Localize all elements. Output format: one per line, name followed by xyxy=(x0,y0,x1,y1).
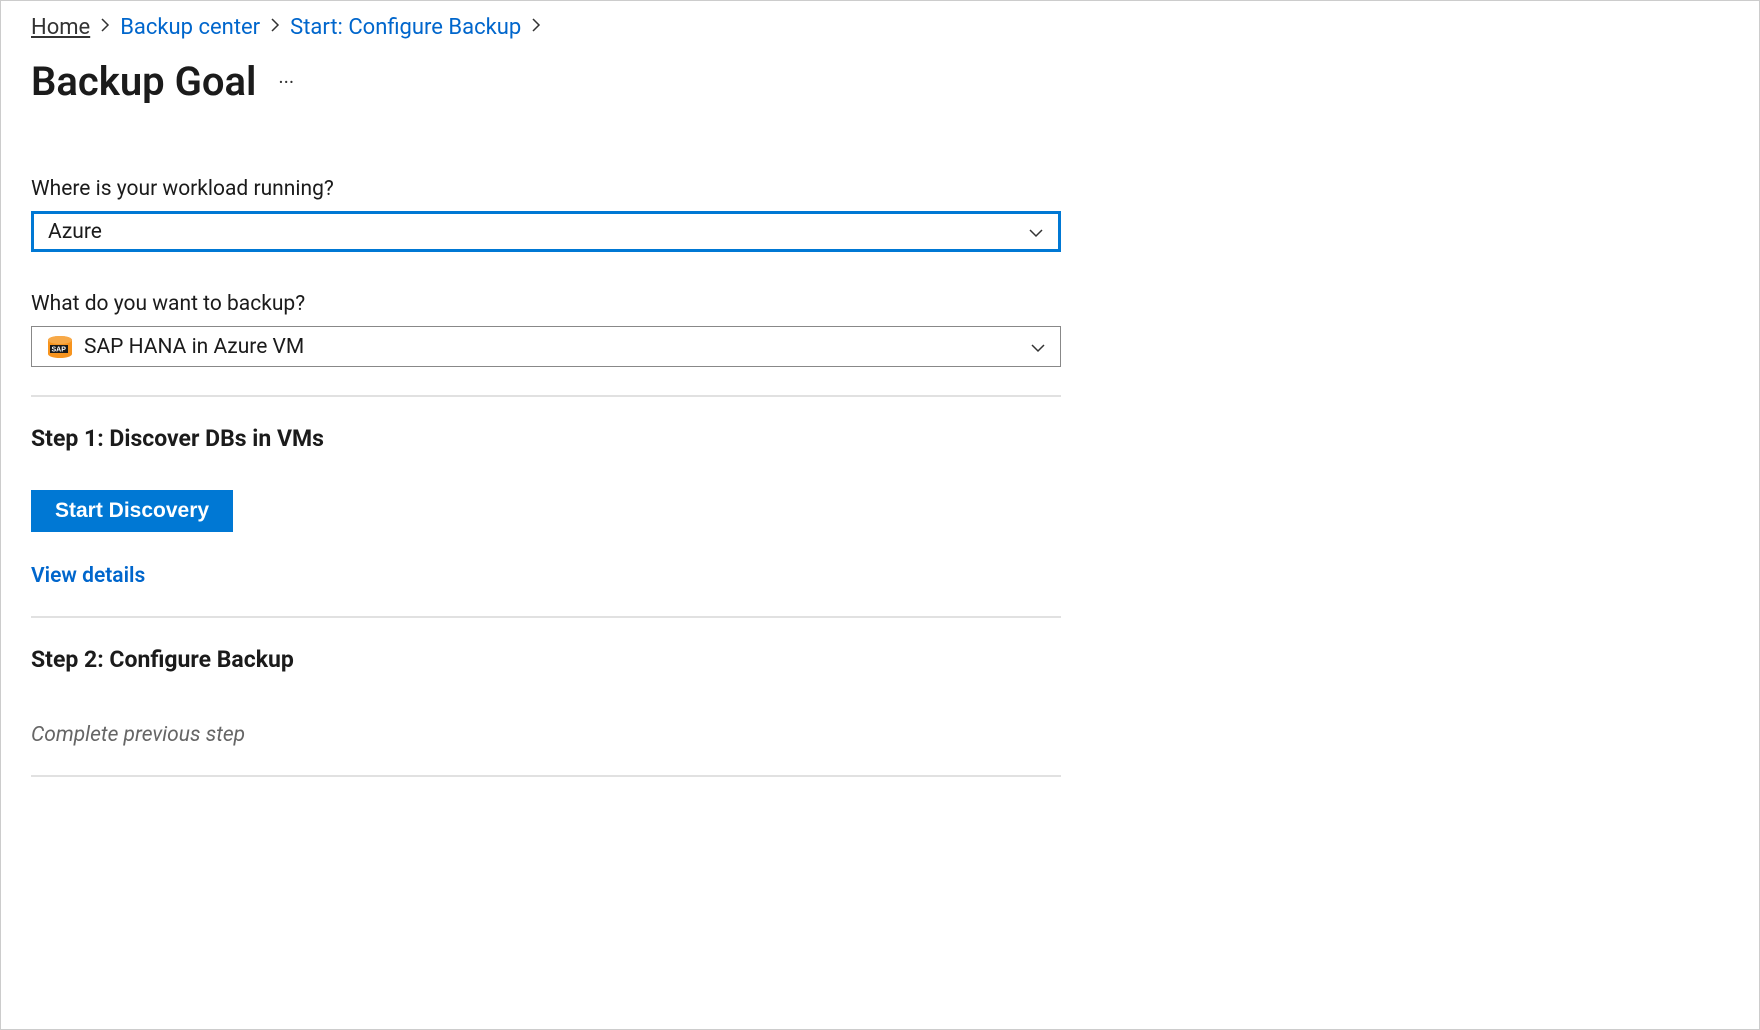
chevron-down-icon xyxy=(1028,220,1044,244)
breadcrumb-backup-center[interactable]: Backup center xyxy=(120,15,260,40)
step2-placeholder: Complete previous step xyxy=(31,723,1061,747)
breadcrumb-home[interactable]: Home xyxy=(31,15,90,40)
workload-dropdown[interactable]: Azure xyxy=(31,211,1061,252)
chevron-right-icon xyxy=(531,17,541,38)
chevron-down-icon xyxy=(1030,335,1046,359)
chevron-right-icon xyxy=(270,17,280,38)
svg-text:SAP: SAP xyxy=(52,346,67,353)
divider xyxy=(31,775,1061,777)
step1-heading: Step 1: Discover DBs in VMs xyxy=(31,425,1061,452)
backup-value: SAP HANA in Azure VM xyxy=(84,335,304,359)
divider xyxy=(31,616,1061,618)
page-title: Backup Goal xyxy=(31,58,256,105)
chevron-right-icon xyxy=(100,17,110,38)
view-details-link[interactable]: View details xyxy=(31,564,1061,588)
breadcrumb-configure-backup[interactable]: Start: Configure Backup xyxy=(290,15,521,40)
start-discovery-button[interactable]: Start Discovery xyxy=(31,490,233,532)
divider xyxy=(31,395,1061,397)
sap-hana-icon: SAP xyxy=(46,335,74,359)
step2-heading: Step 2: Configure Backup xyxy=(31,646,1061,673)
backup-label: What do you want to backup? xyxy=(31,292,1061,316)
workload-value: Azure xyxy=(48,220,102,244)
workload-label: Where is your workload running? xyxy=(31,177,1061,201)
backup-type-dropdown[interactable]: SAP SAP HANA in Azure VM xyxy=(31,326,1061,367)
breadcrumb: Home Backup center Start: Configure Back… xyxy=(31,15,1729,40)
more-icon[interactable]: ··· xyxy=(278,70,294,94)
